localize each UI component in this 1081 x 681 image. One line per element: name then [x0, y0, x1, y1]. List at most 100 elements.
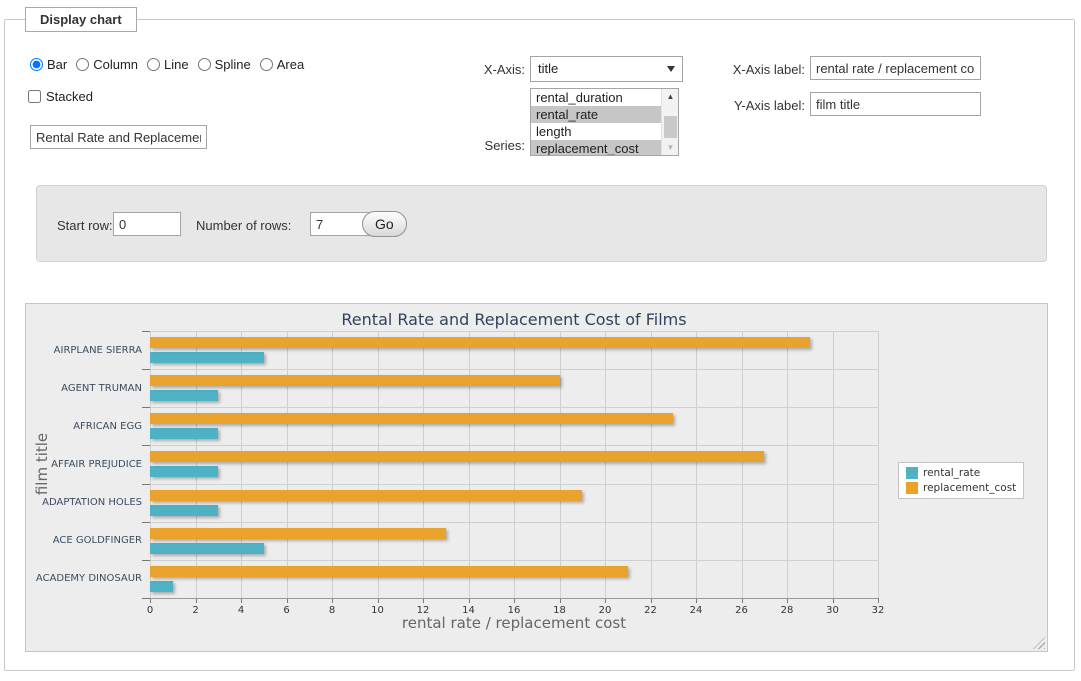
chart-type-label: Area [277, 57, 304, 72]
y-axis-tick [142, 560, 150, 561]
gridline-vertical [241, 331, 242, 598]
chart-type-radio-line[interactable] [147, 58, 160, 71]
gridline-horizontal [150, 522, 878, 523]
x-axis-line [150, 598, 878, 599]
gridline-vertical [605, 331, 606, 598]
x-axis-label-input[interactable] [810, 56, 981, 80]
gridline-horizontal [150, 369, 878, 370]
chart-x-axis-title: rental rate / replacement cost [150, 614, 878, 632]
chart-type-radio-spline[interactable] [198, 58, 211, 71]
resize-grip-icon[interactable] [1033, 637, 1045, 649]
y-axis-tick [142, 598, 150, 599]
series-select-label: Series: [445, 138, 525, 153]
legend-label: replacement_cost [923, 482, 1016, 494]
bar-replacement_cost[interactable] [150, 528, 446, 539]
num-rows-label: Number of rows: [196, 218, 291, 233]
gridline-vertical [833, 331, 834, 598]
gridline-vertical [696, 331, 697, 598]
chart-title: Rental Rate and Replacement Cost of Film… [150, 310, 878, 329]
y-axis-label-input[interactable] [810, 92, 981, 116]
y-axis-tick [142, 522, 150, 523]
chart-type-option-column[interactable]: Column [76, 57, 138, 72]
gridline-vertical [332, 331, 333, 598]
y-axis-tick [142, 369, 150, 370]
bar-replacement_cost[interactable] [150, 413, 673, 424]
x-axis-tick [878, 598, 879, 603]
scroll-down-icon[interactable]: ▼ [662, 140, 679, 155]
bar-rental_rate[interactable] [150, 390, 218, 401]
chart-type-option-spline[interactable]: Spline [198, 57, 251, 72]
start-row-input[interactable] [113, 212, 181, 236]
stacked-checkbox-row[interactable]: Stacked [28, 89, 93, 104]
bar-replacement_cost[interactable] [150, 490, 582, 501]
chart-type-radio-bar[interactable] [30, 58, 43, 71]
series-option-rental_duration[interactable]: rental_duration [531, 89, 661, 106]
gridline-vertical [514, 331, 515, 598]
legend-swatch-icon [906, 467, 918, 479]
gridline-vertical [196, 331, 197, 598]
chart-y-axis-title: film title [33, 433, 51, 495]
bar-rental_rate[interactable] [150, 505, 218, 516]
start-row-label: Start row: [57, 218, 113, 233]
chart-type-radio-area[interactable] [260, 58, 273, 71]
stacked-label: Stacked [46, 89, 93, 104]
series-scrollbar[interactable]: ▲ ▼ [661, 89, 678, 155]
series-option-rental_rate[interactable]: rental_rate [531, 106, 661, 123]
x-axis-select-label: X-Axis: [445, 62, 525, 77]
scroll-up-icon[interactable]: ▲ [662, 89, 679, 104]
chart-type-option-area[interactable]: Area [260, 57, 304, 72]
y-axis-tick [142, 331, 150, 332]
bar-replacement_cost[interactable] [150, 451, 764, 462]
gridline-vertical [560, 331, 561, 598]
bar-replacement_cost[interactable] [150, 375, 560, 386]
bar-replacement_cost[interactable] [150, 566, 628, 577]
category-label: AGENT TRUMAN [26, 369, 142, 407]
series-options: rental_durationrental_ratelengthreplacem… [531, 89, 661, 156]
gridline-vertical [423, 331, 424, 598]
gridline-vertical [378, 331, 379, 598]
series-option-replacement_cost[interactable]: replacement_cost [531, 140, 661, 156]
bar-rental_rate[interactable] [150, 466, 218, 477]
bar-replacement_cost[interactable] [150, 337, 810, 348]
gridline-vertical [150, 331, 151, 598]
y-axis-tick [142, 445, 150, 446]
chart-type-option-bar[interactable]: Bar [30, 57, 67, 72]
bar-rental_rate[interactable] [150, 352, 264, 363]
y-axis-label-caption: Y-Axis label: [705, 98, 805, 113]
chart-type-label: Bar [47, 57, 67, 72]
gridline-vertical [742, 331, 743, 598]
stacked-checkbox[interactable] [28, 90, 41, 103]
gridline-horizontal [150, 484, 878, 485]
legend-swatch-icon [906, 482, 918, 494]
chart-legend: rental_rate replacement_cost [898, 462, 1024, 499]
fieldset-legend-title: Display chart [25, 7, 137, 32]
bar-rental_rate[interactable] [150, 543, 264, 554]
chart-type-label: Spline [215, 57, 251, 72]
chevron-down-icon [667, 66, 675, 72]
x-axis-select[interactable]: title [530, 56, 683, 82]
gridline-vertical [651, 331, 652, 598]
legend-label: rental_rate [923, 467, 980, 479]
go-button[interactable]: Go [362, 211, 407, 237]
series-multiselect[interactable]: rental_durationrental_ratelengthreplacem… [530, 88, 679, 156]
gridline-horizontal [150, 445, 878, 446]
gridline-vertical [878, 331, 879, 598]
legend-item-rental_rate[interactable]: rental_rate [906, 467, 1016, 479]
bar-rental_rate[interactable] [150, 428, 218, 439]
category-label: ACADEMY DINOSAUR [26, 560, 142, 598]
legend-item-replacement_cost[interactable]: replacement_cost [906, 482, 1016, 494]
category-label: AIRPLANE SIERRA [26, 331, 142, 369]
gridline-vertical [287, 331, 288, 598]
chart-type-label: Column [93, 57, 138, 72]
row-controls-panel [36, 185, 1047, 262]
gridline-horizontal [150, 407, 878, 408]
chart-type-option-line[interactable]: Line [147, 57, 189, 72]
chart-title-input[interactable] [30, 125, 207, 149]
scrollbar-thumb[interactable] [664, 116, 677, 138]
gridline-vertical [787, 331, 788, 598]
y-axis-tick [142, 484, 150, 485]
series-option-length[interactable]: length [531, 123, 661, 140]
chart-type-radio-group: Bar Column Line Spline Area [30, 57, 304, 72]
bar-rental_rate[interactable] [150, 581, 173, 592]
chart-type-radio-column[interactable] [76, 58, 89, 71]
